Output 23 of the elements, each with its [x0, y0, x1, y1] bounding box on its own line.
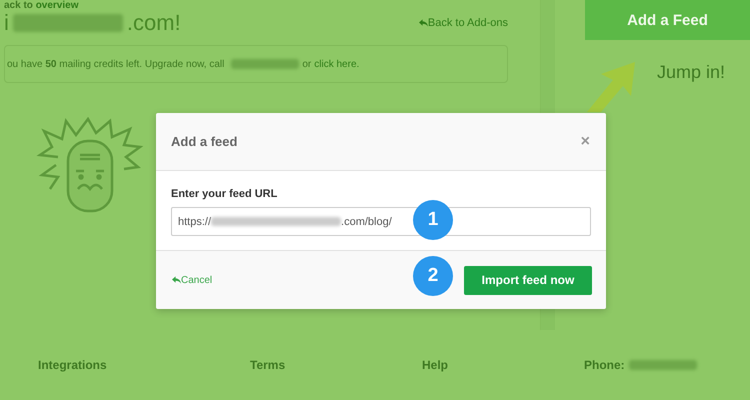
heading-text: .com!	[126, 10, 181, 36]
phone-label: Phone:	[584, 358, 625, 372]
blurred-text	[628, 360, 697, 370]
overview-link[interactable]: overview	[36, 0, 78, 11]
heading-text: i	[4, 10, 9, 36]
upgrade-link[interactable]: click here.	[314, 58, 360, 70]
notice-text: or	[302, 58, 312, 70]
dialog-title: Add a feed	[171, 134, 238, 149]
breadcrumb-text: ack to	[4, 0, 34, 11]
field-label: Enter your feed URL	[171, 188, 278, 200]
reply-arrow-icon	[418, 19, 428, 27]
blurred-text	[231, 59, 300, 69]
notice-text: ou have 50 mailing credits left. Upgrade now, call	[7, 58, 224, 70]
back-link[interactable]: Back to Add-ons	[418, 17, 508, 29]
add-feed-button[interactable]: Add a Feed	[585, 0, 750, 40]
jump-in-text: Jump in!	[657, 62, 726, 83]
reply-arrow-icon	[172, 276, 181, 284]
close-button[interactable]: ×	[580, 132, 590, 150]
footer-link[interactable]: Help	[422, 358, 584, 372]
footer-link[interactable]: Terms	[250, 358, 422, 372]
import-button[interactable]: Import feed now	[464, 266, 592, 294]
footer-link[interactable]: Integrations	[38, 358, 250, 372]
cancel-link[interactable]: Cancel	[172, 274, 212, 286]
